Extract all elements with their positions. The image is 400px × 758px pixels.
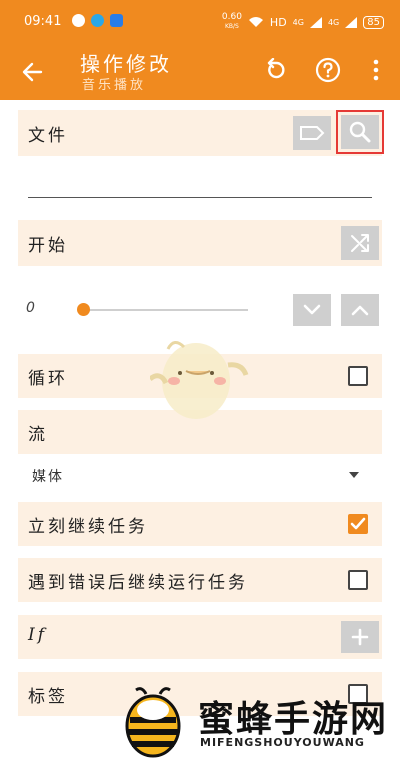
signal-bars-icon bbox=[309, 16, 322, 28]
hd-label: HD bbox=[269, 15, 287, 29]
app-notification-icon bbox=[72, 14, 85, 27]
error-continue-row: 遇到错误后继续运行任务 bbox=[18, 558, 382, 602]
back-button[interactable] bbox=[14, 54, 50, 90]
file-tag-button[interactable] bbox=[293, 116, 331, 150]
status-bar: 09:41 0.60 KB/S HD 4G 4G 85 bbox=[0, 0, 400, 42]
error-continue-checkbox[interactable] bbox=[348, 570, 368, 590]
undo-button[interactable] bbox=[260, 54, 292, 86]
app-notification-icon-2 bbox=[91, 14, 104, 27]
site-watermark: 蜜蜂手游网 MIFENGSHOUYOUWANG bbox=[116, 686, 400, 758]
start-label: 开始 bbox=[28, 236, 68, 256]
stream-select[interactable]: 媒体 bbox=[32, 466, 64, 486]
status-time: 09:41 bbox=[24, 14, 62, 29]
page-subtitle: 音乐播放 bbox=[82, 78, 147, 93]
search-icon bbox=[349, 121, 371, 143]
file-label: 文件 bbox=[28, 126, 68, 146]
continue-label: 立刻继续任务 bbox=[28, 517, 148, 537]
notification-icons bbox=[72, 14, 123, 27]
file-search-button[interactable] bbox=[336, 110, 384, 154]
watermark-text: 蜜蜂手游网 bbox=[198, 699, 389, 740]
loop-label: 循环 bbox=[28, 369, 68, 389]
check-icon bbox=[350, 517, 366, 530]
tag-label: 标签 bbox=[28, 687, 68, 707]
error-continue-label: 遇到错误后继续运行任务 bbox=[28, 573, 248, 593]
decrement-button[interactable] bbox=[293, 294, 331, 326]
start-row: 开始 bbox=[18, 220, 382, 266]
file-path-input[interactable] bbox=[28, 197, 372, 198]
app-toolbar: 操作修改 音乐播放 bbox=[0, 42, 400, 100]
battery-indicator: 85 bbox=[363, 15, 384, 29]
increment-button[interactable] bbox=[341, 294, 379, 326]
bee-logo-icon bbox=[125, 687, 181, 758]
mascot-watermark-image bbox=[150, 341, 249, 419]
shuffle-icon bbox=[351, 234, 369, 252]
stream-label: 流 bbox=[28, 425, 48, 445]
wifi-icon bbox=[248, 17, 263, 27]
if-label: If bbox=[28, 625, 48, 645]
page-title: 操作修改 bbox=[80, 52, 172, 76]
slider-value: 0 bbox=[26, 300, 35, 316]
signal-2: 4G bbox=[327, 17, 340, 27]
chevron-down-icon bbox=[303, 304, 321, 315]
signal-bars-icon-2 bbox=[345, 16, 358, 28]
help-icon bbox=[315, 57, 341, 83]
dropdown-arrow-icon[interactable] bbox=[349, 472, 359, 478]
arrow-back-icon bbox=[22, 62, 43, 82]
network-speed: 0.60 KB/S bbox=[221, 12, 242, 31]
start-slider-track[interactable] bbox=[78, 309, 248, 311]
label-icon bbox=[300, 126, 325, 140]
if-row: If bbox=[18, 615, 382, 659]
watermark-subtext: MIFENGSHOUYOUWANG bbox=[200, 736, 365, 749]
more-options-button[interactable] bbox=[360, 54, 392, 86]
translate-notification-icon bbox=[110, 14, 123, 27]
chevron-up-icon bbox=[351, 305, 369, 316]
undo-icon bbox=[267, 58, 285, 79]
add-condition-button[interactable] bbox=[341, 621, 379, 653]
plus-icon bbox=[351, 628, 369, 646]
start-slider-thumb[interactable] bbox=[76, 303, 90, 316]
signal-1: 4G bbox=[292, 17, 304, 27]
more-vert-icon bbox=[373, 59, 379, 81]
continue-checkbox[interactable] bbox=[348, 514, 368, 534]
shuffle-button[interactable] bbox=[341, 226, 379, 260]
status-indicators: 0.60 KB/S HD 4G 4G 85 bbox=[222, 13, 384, 31]
continue-row: 立刻继续任务 bbox=[18, 502, 382, 546]
loop-checkbox[interactable] bbox=[348, 366, 368, 386]
help-button[interactable] bbox=[312, 54, 344, 86]
